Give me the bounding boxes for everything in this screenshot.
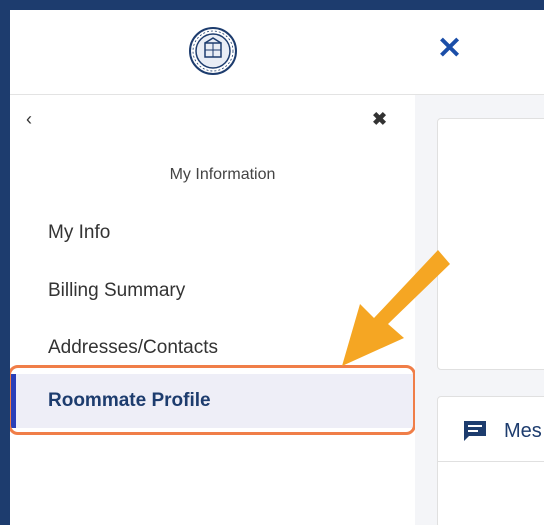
content-card xyxy=(437,118,544,370)
section-title: My Information xyxy=(169,166,276,183)
back-chevron-icon[interactable]: ‹ xyxy=(26,110,42,128)
logo-bar xyxy=(10,10,415,95)
divider xyxy=(438,461,544,462)
messages-card[interactable]: Mes xyxy=(437,396,544,525)
messages-label: Mes xyxy=(504,420,542,442)
app-window: ‹ ✖ My Information My Info Billing Summa… xyxy=(10,10,544,525)
main-panel: ✕ Mes xyxy=(415,10,544,525)
sidebar-item-my-info[interactable]: My Info xyxy=(10,206,415,260)
close-icon[interactable]: ✕ xyxy=(437,34,467,64)
sidebar-item-billing-summary[interactable]: Billing Summary xyxy=(10,264,415,318)
university-seal-icon xyxy=(189,27,237,75)
sidebar-item-roommate-profile[interactable]: Roommate Profile xyxy=(10,374,415,428)
main-header: ✕ xyxy=(415,10,544,95)
message-icon xyxy=(464,421,486,441)
close-sidebar-icon[interactable]: ✖ xyxy=(372,110,388,128)
sidebar-item-addresses-contacts[interactable]: Addresses/Contacts xyxy=(10,321,415,375)
sidebar-panel: ‹ ✖ My Information My Info Billing Summa… xyxy=(10,10,416,525)
